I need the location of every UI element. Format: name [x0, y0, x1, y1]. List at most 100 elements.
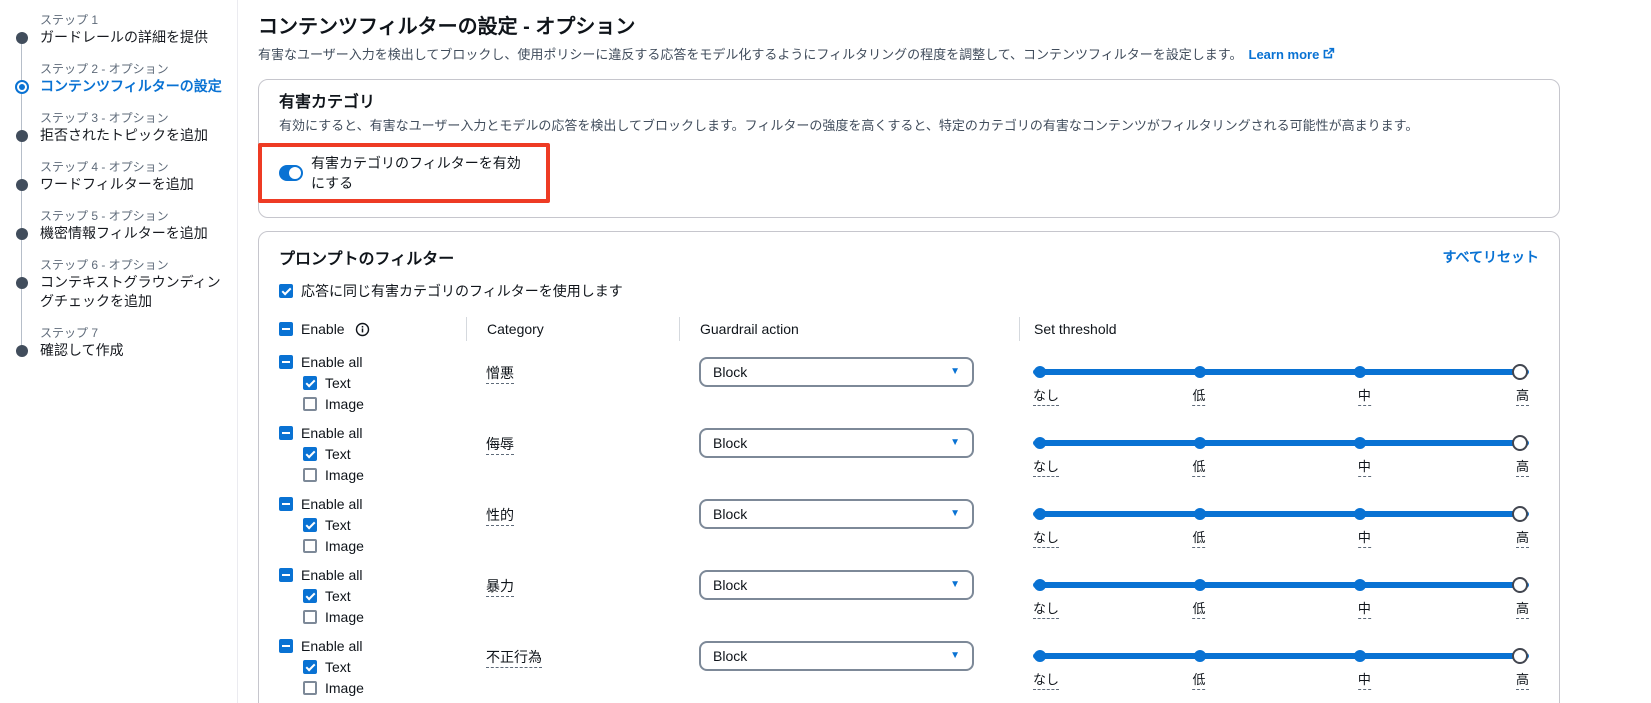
- guardrail-action-select[interactable]: Block▼: [699, 428, 974, 458]
- image-checkbox[interactable]: [303, 681, 317, 695]
- threshold-label-low[interactable]: 低: [1192, 598, 1205, 619]
- harmful-filter-toggle-label: 有害カテゴリのフィルターを有効にする: [311, 153, 532, 193]
- page: ステップ 1 ガードレールの詳細を提供 ステップ 2 - オプション コンテンツ…: [0, 0, 1651, 703]
- filter-row-violence: Enable all Text Image 暴力 Block▼ なし 低: [279, 564, 1539, 627]
- sidebar-step-2-active[interactable]: ステップ 2 - オプション コンテンツフィルターの設定: [0, 61, 237, 96]
- sidebar-step-1[interactable]: ステップ 1 ガードレールの詳細を提供: [0, 12, 237, 47]
- category-label[interactable]: 憎悪: [486, 365, 514, 384]
- threshold-label-mid[interactable]: 中: [1358, 456, 1371, 477]
- threshold-slider[interactable]: [1033, 432, 1529, 454]
- reset-all-link[interactable]: すべてリセット: [1443, 247, 1539, 267]
- threshold-label-low[interactable]: 低: [1192, 527, 1205, 548]
- guardrail-action-select[interactable]: Block▼: [699, 357, 974, 387]
- threshold-slider[interactable]: [1033, 574, 1529, 596]
- threshold-label-low[interactable]: 低: [1192, 385, 1205, 406]
- step-title[interactable]: コンテキストグラウンディングチェックを追加: [40, 273, 222, 311]
- threshold-label-mid[interactable]: 中: [1358, 385, 1371, 406]
- step-label: ステップ 1: [40, 12, 237, 28]
- step-title[interactable]: 確認して作成: [40, 341, 124, 360]
- chevron-down-icon: ▼: [950, 580, 960, 590]
- enable-all-label: Enable all: [301, 496, 363, 512]
- text-checkbox[interactable]: [303, 376, 317, 390]
- filter-table-header: Enable Category Guardrail action Set thr…: [279, 317, 1539, 341]
- learn-more-link[interactable]: Learn more: [1249, 47, 1320, 62]
- sidebar-step-4[interactable]: ステップ 4 - オプション ワードフィルターを追加: [0, 159, 237, 194]
- step-label: ステップ 4 - オプション: [40, 159, 237, 175]
- guardrail-action-select[interactable]: Block▼: [699, 499, 974, 529]
- text-checkbox[interactable]: [303, 589, 317, 603]
- enable-all-checkbox[interactable]: [279, 497, 293, 511]
- image-checkbox[interactable]: [303, 397, 317, 411]
- slider-handle[interactable]: [1512, 648, 1528, 664]
- slider-handle[interactable]: [1512, 577, 1528, 593]
- category-label[interactable]: 不正行為: [486, 649, 542, 668]
- sidebar-step-5[interactable]: ステップ 5 - オプション 機密情報フィルターを追加: [0, 208, 237, 243]
- threshold-label-none[interactable]: なし: [1033, 385, 1059, 406]
- enable-all-checkbox[interactable]: [279, 639, 293, 653]
- threshold-slider[interactable]: [1033, 645, 1529, 667]
- use-same-filter-label: 応答に同じ有害カテゴリのフィルターを使用します: [301, 281, 623, 301]
- step-title[interactable]: 拒否されたトピックを追加: [40, 126, 208, 145]
- selected-action: Block: [713, 648, 747, 664]
- enable-all-checkbox[interactable]: [279, 426, 293, 440]
- enable-all-checkbox[interactable]: [279, 568, 293, 582]
- enable-all-checkbox[interactable]: [279, 355, 293, 369]
- chevron-down-icon: ▼: [950, 367, 960, 377]
- threshold-slider[interactable]: [1033, 361, 1529, 383]
- use-same-filter-checkbox[interactable]: [279, 284, 293, 298]
- enable-all-label: Enable all: [301, 354, 363, 370]
- text-checkbox[interactable]: [303, 447, 317, 461]
- threshold-slider[interactable]: [1033, 503, 1529, 525]
- category-label[interactable]: 侮辱: [486, 436, 514, 455]
- image-checkbox[interactable]: [303, 610, 317, 624]
- threshold-label-low[interactable]: 低: [1192, 456, 1205, 477]
- threshold-label-none[interactable]: なし: [1033, 527, 1059, 548]
- enable-column-checkbox[interactable]: [279, 322, 293, 336]
- category-label[interactable]: 性的: [486, 507, 514, 526]
- slider-handle[interactable]: [1512, 506, 1528, 522]
- slider-mark: [1354, 508, 1366, 520]
- threshold-label-mid[interactable]: 中: [1358, 527, 1371, 548]
- threshold-label-high[interactable]: 高: [1516, 456, 1529, 477]
- sidebar-step-7[interactable]: ステップ 7 確認して作成: [0, 325, 237, 360]
- image-label: Image: [325, 609, 364, 625]
- slider-mark: [1034, 437, 1046, 449]
- image-checkbox[interactable]: [303, 468, 317, 482]
- harmful-filter-toggle[interactable]: [279, 165, 303, 181]
- image-checkbox[interactable]: [303, 539, 317, 553]
- threshold-label-high[interactable]: 高: [1516, 527, 1529, 548]
- guardrail-action-select[interactable]: Block ▼: [699, 570, 974, 600]
- threshold-label-high[interactable]: 高: [1516, 385, 1529, 406]
- chevron-down-icon: ▼: [950, 438, 960, 448]
- info-icon[interactable]: [355, 322, 370, 337]
- selected-action: Block: [713, 577, 747, 593]
- step-label: ステップ 7: [40, 325, 237, 341]
- step-title[interactable]: コンテンツフィルターの設定: [40, 77, 222, 96]
- step-title[interactable]: ガードレールの詳細を提供: [40, 28, 208, 47]
- threshold-label-low[interactable]: 低: [1192, 669, 1205, 690]
- text-label: Text: [325, 588, 351, 604]
- threshold-label-none[interactable]: なし: [1033, 456, 1059, 477]
- threshold-label-mid[interactable]: 中: [1358, 598, 1371, 619]
- sidebar-step-3[interactable]: ステップ 3 - オプション 拒否されたトピックを追加: [0, 110, 237, 145]
- guardrail-action-select[interactable]: Block▼: [699, 641, 974, 671]
- threshold-label-mid[interactable]: 中: [1358, 669, 1371, 690]
- category-label[interactable]: 暴力: [486, 578, 514, 597]
- text-checkbox[interactable]: [303, 660, 317, 674]
- threshold-label-none[interactable]: なし: [1033, 598, 1059, 619]
- slider-handle[interactable]: [1512, 364, 1528, 380]
- step-title[interactable]: 機密情報フィルターを追加: [40, 224, 208, 243]
- threshold-label-none[interactable]: なし: [1033, 669, 1059, 690]
- sidebar-step-6[interactable]: ステップ 6 - オプション コンテキストグラウンディングチェックを追加: [0, 257, 237, 311]
- slider-mark: [1354, 650, 1366, 662]
- action-column-label: Guardrail action: [679, 317, 1019, 341]
- threshold-label-high[interactable]: 高: [1516, 669, 1529, 690]
- threshold-label-high[interactable]: 高: [1516, 598, 1529, 619]
- text-checkbox[interactable]: [303, 518, 317, 532]
- use-same-filter-row: 応答に同じ有害カテゴリのフィルターを使用します: [279, 281, 1539, 301]
- slider-mark: [1194, 366, 1206, 378]
- slider-handle[interactable]: [1512, 435, 1528, 451]
- page-title: コンテンツフィルターの設定 - オプション: [258, 14, 1560, 40]
- step-label: ステップ 5 - オプション: [40, 208, 237, 224]
- step-title[interactable]: ワードフィルターを追加: [40, 175, 194, 194]
